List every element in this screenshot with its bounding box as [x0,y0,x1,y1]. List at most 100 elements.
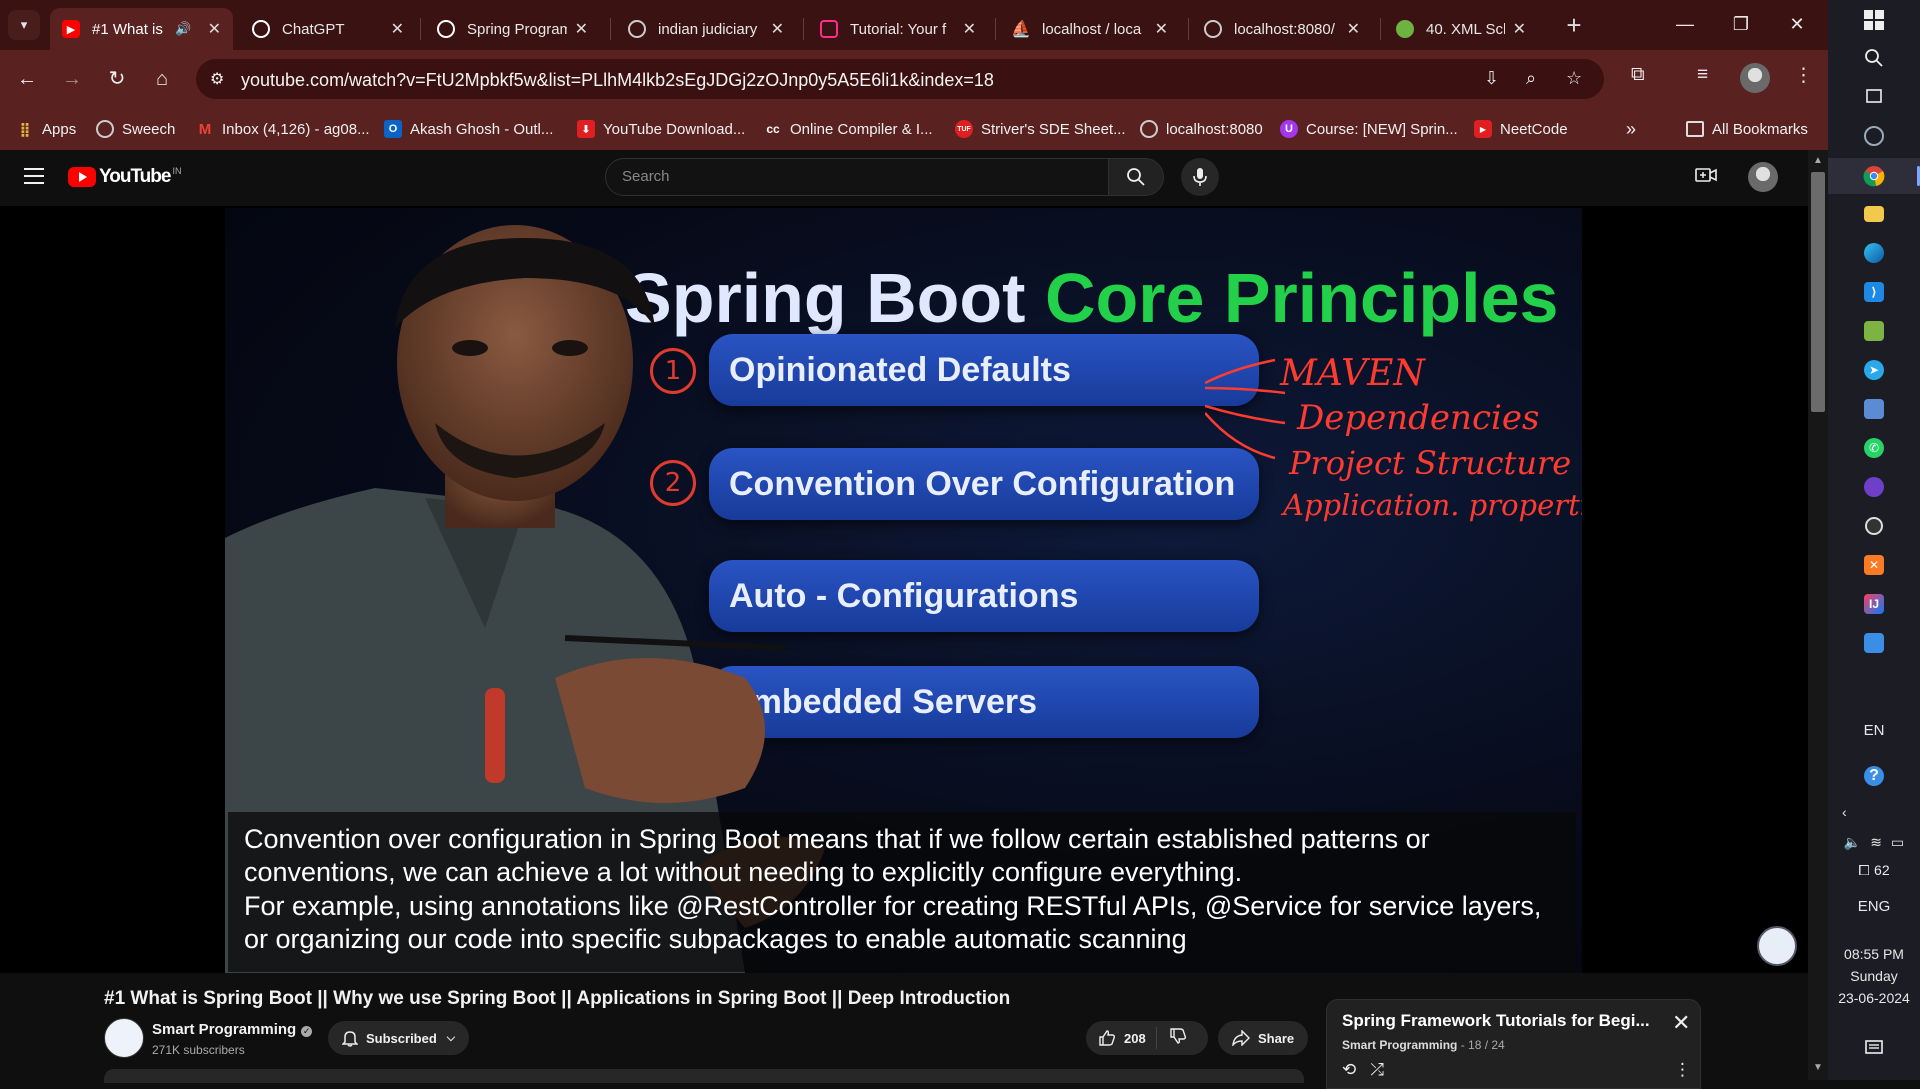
clock-date[interactable]: 23-06-2024 [1828,990,1920,1006]
subscribed-button[interactable]: Subscribed ⌵ [328,1021,470,1055]
reload-button[interactable]: ↻ [102,64,132,94]
bookmark-localhost[interactable]: localhost:8080 [1140,117,1263,141]
speaker-icon[interactable]: 🔊 [175,21,191,37]
photos-icon[interactable] [1828,625,1920,661]
windows-start-icon[interactable] [1828,2,1920,38]
action-center-icon[interactable] [1828,1030,1920,1066]
notes-app-icon[interactable] [1828,391,1920,427]
profile-avatar[interactable] [1740,63,1770,93]
share-button[interactable]: Share [1218,1021,1309,1055]
input-language[interactable]: ENG [1828,898,1920,915]
close-window-button[interactable]: ✕ [1774,8,1820,40]
tab-localhost-8080[interactable]: localhost:8080/ ✕ [1192,8,1372,50]
search-input[interactable] [606,159,1108,194]
description-box[interactable] [104,1069,1304,1083]
loop-icon[interactable]: ⟲ [1342,1060,1356,1079]
tab-youtube[interactable]: ▶ #1 What is 🔊 ✕ [50,8,233,50]
like-button[interactable]: 208 [1086,1027,1157,1049]
channel-watermark[interactable] [1757,926,1797,966]
intellij-icon[interactable]: IJ [1828,586,1920,622]
close-tab-icon[interactable]: ✕ [963,19,976,39]
task-view-icon[interactable] [1828,78,1920,114]
home-button[interactable]: ⌂ [147,64,177,94]
notepad-icon[interactable] [1828,313,1920,349]
dislike-button[interactable] [1157,1027,1199,1050]
telegram-icon[interactable]: ➤ [1828,352,1920,388]
more-options-icon[interactable]: ⋮ [1674,1060,1691,1080]
bookmark-outlook[interactable]: O Akash Ghosh - Outl... [384,117,553,141]
playlist-title[interactable]: Spring Framework Tutorials for Begi... [1342,1011,1650,1031]
all-bookmarks[interactable]: All Bookmarks [1686,117,1808,141]
bookmark-star-icon[interactable]: ☆ [1566,68,1582,89]
zoom-icon[interactable]: ⌕ [1526,68,1536,89]
github-desktop-icon[interactable] [1828,469,1920,505]
close-tab-icon[interactable]: ✕ [771,19,784,39]
edge-icon[interactable] [1828,235,1920,271]
address-bar[interactable]: ⚙ youtube.com/watch?v=FtU2Mpbkf5w&list=P… [196,59,1604,99]
bookmark-course[interactable]: U Course: [NEW] Sprin... [1280,117,1458,141]
close-tab-icon[interactable]: ✕ [1155,19,1168,39]
site-info-icon[interactable]: ⚙ [210,69,224,89]
scroll-up-icon[interactable]: ▲ [1813,155,1823,166]
new-tab-button[interactable]: + [1558,10,1590,41]
install-app-icon[interactable]: ⇩ [1484,68,1499,89]
extensions-icon[interactable]: ⧉ [1631,64,1645,86]
vscode-icon[interactable]: ⟩ [1828,274,1920,310]
menu-kebab-icon[interactable]: ⋮ [1794,64,1813,87]
close-tab-icon[interactable]: ✕ [208,19,221,39]
scroll-thumb[interactable] [1811,172,1825,412]
close-tab-icon[interactable]: ✕ [575,19,588,39]
search-icon[interactable] [1828,40,1920,76]
bookmark-sweech[interactable]: Sweech [96,117,175,141]
channel-avatar[interactable] [104,1018,144,1058]
help-icon[interactable]: ? [1828,758,1920,794]
search-button[interactable] [1108,158,1164,196]
bookmark-striver[interactable]: TUF Striver's SDE Sheet... [955,117,1126,141]
create-video-icon[interactable] [1695,166,1717,189]
scroll-down-icon[interactable]: ▼ [1813,1062,1823,1073]
voice-search-button[interactable] [1181,158,1219,196]
more-bookmarks-icon[interactable]: » [1626,117,1636,141]
restore-button[interactable]: ❐ [1718,8,1764,40]
bookmark-online-compiler[interactable]: cc Online Compiler & I... [764,117,932,141]
chrome-icon[interactable] [1828,158,1920,194]
clock-day[interactable]: Sunday [1828,968,1920,984]
language-indicator[interactable]: EN [1828,722,1920,739]
tab-chatgpt[interactable]: ChatGPT ✕ [240,8,416,50]
tab-search-button[interactable]: ▾ [8,10,40,40]
battery-icon[interactable]: ▭ [1891,834,1904,851]
tab-phpmyadmin[interactable]: ⛵ localhost / loca ✕ [1000,8,1180,50]
bookmark-apps[interactable]: ⣿ Apps [16,117,77,141]
clock-time[interactable]: 08:55 PM [1828,946,1920,962]
file-explorer-icon[interactable] [1828,196,1920,232]
channel-name[interactable]: Smart Programming ✓ [152,1021,313,1038]
shuffle-icon[interactable]: ⤮ [1370,1060,1384,1079]
notification-badge[interactable]: ⧠ 62 [1828,852,1920,888]
whatsapp-icon[interactable]: ✆ [1828,430,1920,466]
close-tab-icon[interactable]: ✕ [391,19,404,39]
tab-indian-judiciary[interactable]: indian judiciary ✕ [616,8,796,50]
minimize-button[interactable]: — [1662,8,1708,40]
page-scrollbar[interactable]: ▲ ▼ [1808,150,1828,1080]
close-icon[interactable]: ✕ [1672,1010,1690,1036]
tab-spring-program[interactable]: Spring Program ✕ [425,8,600,50]
media-controls-icon[interactable]: ≡ [1697,64,1708,86]
obs-icon[interactable] [1828,508,1920,544]
youtube-logo[interactable]: YouTube IN [68,166,181,188]
account-avatar[interactable] [1748,162,1778,192]
tab-tutorial[interactable]: Tutorial: Your f ✕ [808,8,988,50]
url-text[interactable]: youtube.com/watch?v=FtU2Mpbkf5w&list=PLl… [241,70,994,91]
forward-button[interactable]: → [57,64,87,94]
guide-menu-icon[interactable] [24,168,44,189]
close-tab-icon[interactable]: ✕ [1513,19,1526,39]
close-tab-icon[interactable]: ✕ [1347,19,1360,39]
back-button[interactable]: ← [12,64,42,94]
bookmark-gmail[interactable]: M Inbox (4,126) - ag08... [196,117,370,141]
snipping-tool-icon[interactable] [1828,118,1920,154]
bookmark-neetcode[interactable]: ▶ NeetCode [1474,117,1568,141]
xampp-icon[interactable]: ✕ [1828,547,1920,583]
wifi-icon[interactable]: ≋ [1870,834,1882,851]
tab-xml-schema[interactable]: 40. XML Schem ✕ [1384,8,1538,50]
bookmark-youtube-download[interactable]: ⬇ YouTube Download... [577,117,745,141]
volume-icon[interactable]: 🔈 [1844,834,1861,851]
